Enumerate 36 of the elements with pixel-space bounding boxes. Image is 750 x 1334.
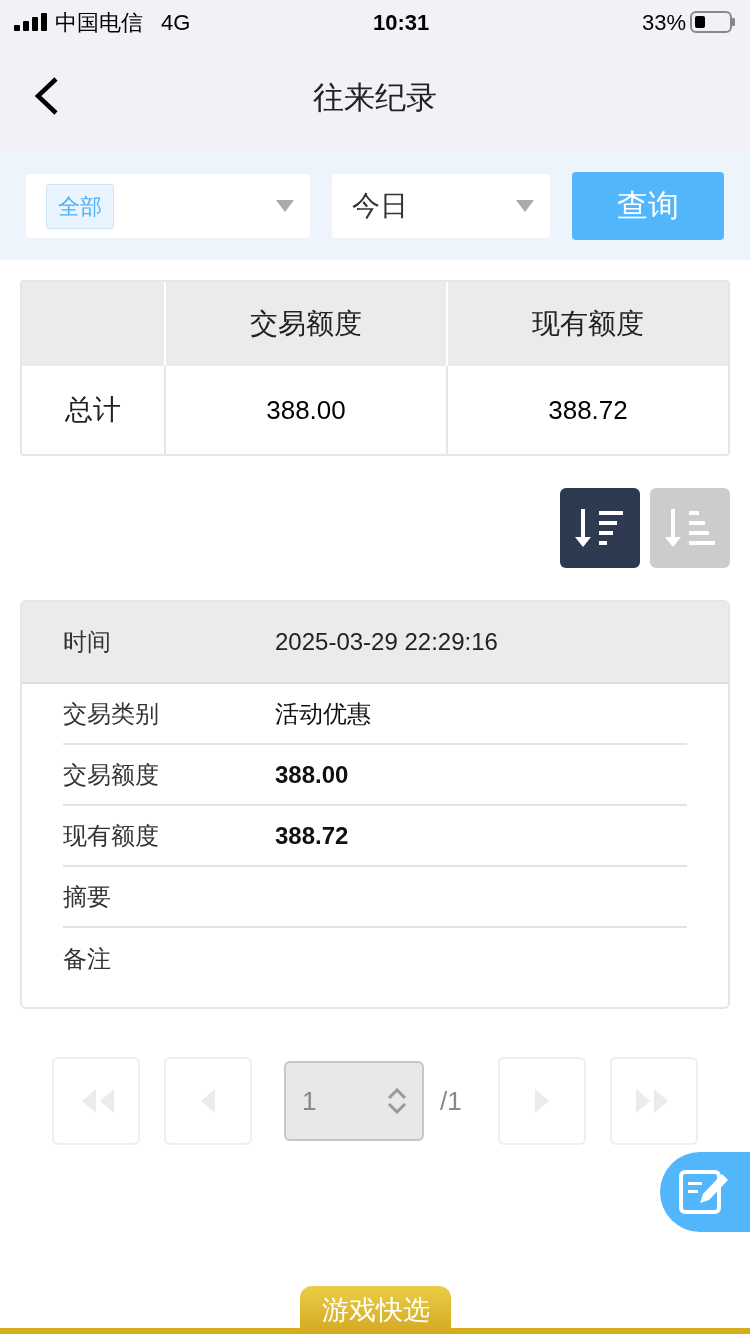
page-title: 往来纪录: [313, 78, 437, 117]
back-icon: [32, 76, 60, 116]
field-value: 活动优惠: [275, 698, 371, 729]
network-type: 4G: [161, 8, 191, 37]
filter-select[interactable]: 全部: [26, 174, 310, 238]
field-value: 2025-03-29 22:29:16: [275, 627, 498, 657]
filter-tag: 全部: [46, 183, 114, 229]
stepper-icon: [386, 1088, 408, 1114]
query-button[interactable]: 查询: [572, 172, 724, 240]
carrier-name: 中国电信: [55, 8, 143, 37]
row-label: 总计: [22, 366, 166, 454]
page-total: /1: [440, 1084, 462, 1118]
caret-icon: [276, 200, 294, 212]
filter-select[interactable]: 今日: [332, 174, 550, 238]
field-value: 388.00: [275, 759, 349, 790]
column-header: 现有额度: [531, 307, 645, 341]
battery-percent: 33%: [641, 8, 686, 37]
caret-icon: [516, 200, 534, 212]
field-label: 摘要: [63, 881, 112, 912]
field-label: 交易类别: [63, 698, 160, 729]
column-header: 交易额度: [166, 282, 448, 366]
sort-button[interactable]: [560, 488, 640, 568]
field-label: 交易额度: [63, 759, 160, 790]
table-cell-text: 388.72: [547, 393, 629, 427]
field-label: 备注: [63, 943, 112, 974]
battery-icon: [690, 11, 736, 33]
table-cell: 388.00: [166, 366, 448, 454]
edit-button[interactable]: [660, 1152, 750, 1232]
field-label: 现有额度: [63, 820, 160, 851]
game-quick-pick-tab[interactable]: 游戏快选: [300, 1286, 451, 1334]
signal-icon: [14, 13, 48, 31]
status-time: 10:31: [373, 8, 430, 37]
field-value: 388.72: [275, 820, 349, 851]
filter-value: 今日: [352, 190, 408, 221]
field-label: 时间: [63, 627, 112, 657]
page-select[interactable]: 1: [284, 1061, 424, 1141]
